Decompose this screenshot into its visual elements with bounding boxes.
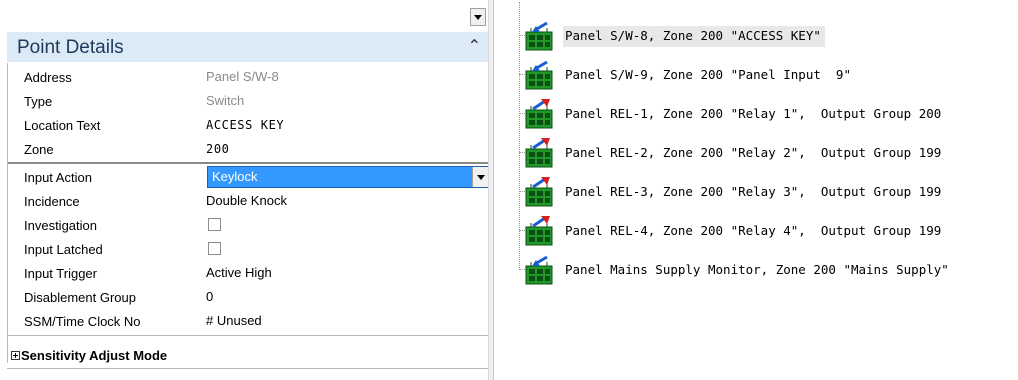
row-separator bbox=[8, 335, 490, 336]
prop-label: Input Action bbox=[24, 170, 92, 185]
prop-label: Input Latched bbox=[24, 242, 103, 257]
prop-value: 200 bbox=[206, 142, 230, 156]
scroll-down-button[interactable] bbox=[470, 8, 486, 26]
device-tree: Panel S/W-8, Zone 200 "ACCESS KEY" Panel … bbox=[494, 0, 1018, 380]
tree-item-label: Panel REL-2, Zone 200 "Relay 2", Output … bbox=[565, 145, 942, 160]
prop-row-ssm-time-clock[interactable]: SSM/Time Clock No # Unused bbox=[8, 309, 490, 333]
expand-plus-icon[interactable] bbox=[11, 351, 20, 360]
prop-label: SSM/Time Clock No bbox=[24, 314, 141, 329]
prop-value: Switch bbox=[206, 93, 245, 108]
tree-item[interactable]: Panel REL-2, Zone 200 "Relay 2", Output … bbox=[519, 137, 1018, 169]
output-relay-icon bbox=[523, 176, 555, 208]
category-label: Sensitivity Adjust Mode bbox=[21, 348, 168, 363]
prop-row-type[interactable]: Type Switch bbox=[8, 89, 490, 113]
property-grid: Address Panel S/W-8 Type Switch Location… bbox=[7, 63, 490, 363]
prop-value: Double Knock bbox=[206, 193, 287, 208]
tree-item[interactable]: Panel S/W-9, Zone 200 "Panel Input 9" bbox=[519, 59, 1018, 91]
tree-item[interactable]: Panel S/W-8, Zone 200 "ACCESS KEY" bbox=[519, 20, 1018, 52]
category-separator bbox=[8, 162, 490, 164]
chevron-down-icon bbox=[477, 174, 485, 180]
output-relay-icon bbox=[523, 215, 555, 247]
grid-bottom-border bbox=[7, 368, 489, 369]
prop-label: Address bbox=[24, 70, 72, 85]
prop-row-input-latched[interactable]: Input Latched bbox=[8, 237, 490, 261]
tree-item-label: Panel S/W-8, Zone 200 "ACCESS KEY" bbox=[563, 26, 825, 47]
tree-item-label: Panel REL-4, Zone 200 "Relay 4", Output … bbox=[565, 223, 942, 238]
prop-value: ACCESS KEY bbox=[206, 118, 285, 132]
prop-label: Zone bbox=[24, 142, 54, 157]
input-latched-checkbox[interactable] bbox=[208, 242, 221, 255]
prop-label: Location Text bbox=[24, 118, 101, 133]
dropdown-button[interactable] bbox=[472, 167, 489, 187]
tree-item-label: Panel Mains Supply Monitor, Zone 200 "Ma… bbox=[565, 262, 949, 277]
prop-row-address[interactable]: Address Panel S/W-8 bbox=[8, 65, 490, 89]
prop-row-input-trigger[interactable]: Input Trigger Active High bbox=[8, 261, 490, 285]
prop-label: Type bbox=[24, 94, 53, 109]
output-relay-icon bbox=[523, 137, 555, 169]
tree-item[interactable]: Panel REL-3, Zone 200 "Relay 3", Output … bbox=[519, 176, 1018, 208]
category-sensitivity-adjust-mode[interactable]: Sensitivity Adjust Mode bbox=[7, 346, 489, 368]
prop-label: Incidence bbox=[24, 194, 80, 209]
prop-label: Input Trigger bbox=[24, 266, 97, 281]
tree-item-label: Panel REL-3, Zone 200 "Relay 3", Output … bbox=[565, 184, 942, 199]
prop-row-incidence[interactable]: Incidence Double Knock bbox=[8, 189, 490, 213]
prop-row-investigation[interactable]: Investigation bbox=[8, 213, 490, 237]
investigation-checkbox[interactable] bbox=[208, 218, 221, 231]
tree-item[interactable]: Panel Mains Supply Monitor, Zone 200 "Ma… bbox=[519, 254, 1018, 286]
tree-item-label: Panel REL-1, Zone 200 "Relay 1", Output … bbox=[565, 106, 942, 121]
input-action-select[interactable]: Keylock bbox=[207, 166, 490, 188]
select-value: Keylock bbox=[212, 169, 258, 184]
prop-row-zone[interactable]: Zone 200 bbox=[8, 137, 490, 161]
prop-value: Panel S/W-8 bbox=[206, 69, 279, 84]
prop-value: 0 bbox=[206, 289, 214, 304]
input-point-icon bbox=[523, 20, 555, 52]
point-details-pane: Point Details ⌃ Address Panel S/W-8 Type… bbox=[0, 0, 490, 380]
prop-label: Investigation bbox=[24, 218, 97, 233]
input-point-icon bbox=[523, 254, 555, 286]
point-details-header[interactable]: Point Details ⌃ bbox=[7, 32, 489, 62]
tree-item[interactable]: Panel REL-1, Zone 200 "Relay 1", Output … bbox=[519, 98, 1018, 130]
tree-item-label: Panel S/W-9, Zone 200 "Panel Input 9" bbox=[565, 67, 851, 82]
page-title: Point Details bbox=[17, 37, 124, 58]
prop-value: Active High bbox=[206, 265, 272, 280]
prop-row-input-action[interactable]: Input Action Keylock bbox=[8, 165, 490, 189]
input-point-icon bbox=[523, 59, 555, 91]
collapse-chevron-icon[interactable]: ⌃ bbox=[468, 38, 481, 54]
tree-item[interactable]: Panel REL-4, Zone 200 "Relay 4", Output … bbox=[519, 215, 1018, 247]
output-relay-icon bbox=[523, 98, 555, 130]
prop-row-location-text[interactable]: Location Text ACCESS KEY bbox=[8, 113, 490, 137]
chevron-down-icon bbox=[474, 14, 482, 20]
prop-label: Disablement Group bbox=[24, 290, 136, 305]
prop-value: # Unused bbox=[206, 313, 262, 328]
prop-row-disablement-group[interactable]: Disablement Group 0 bbox=[8, 285, 490, 309]
